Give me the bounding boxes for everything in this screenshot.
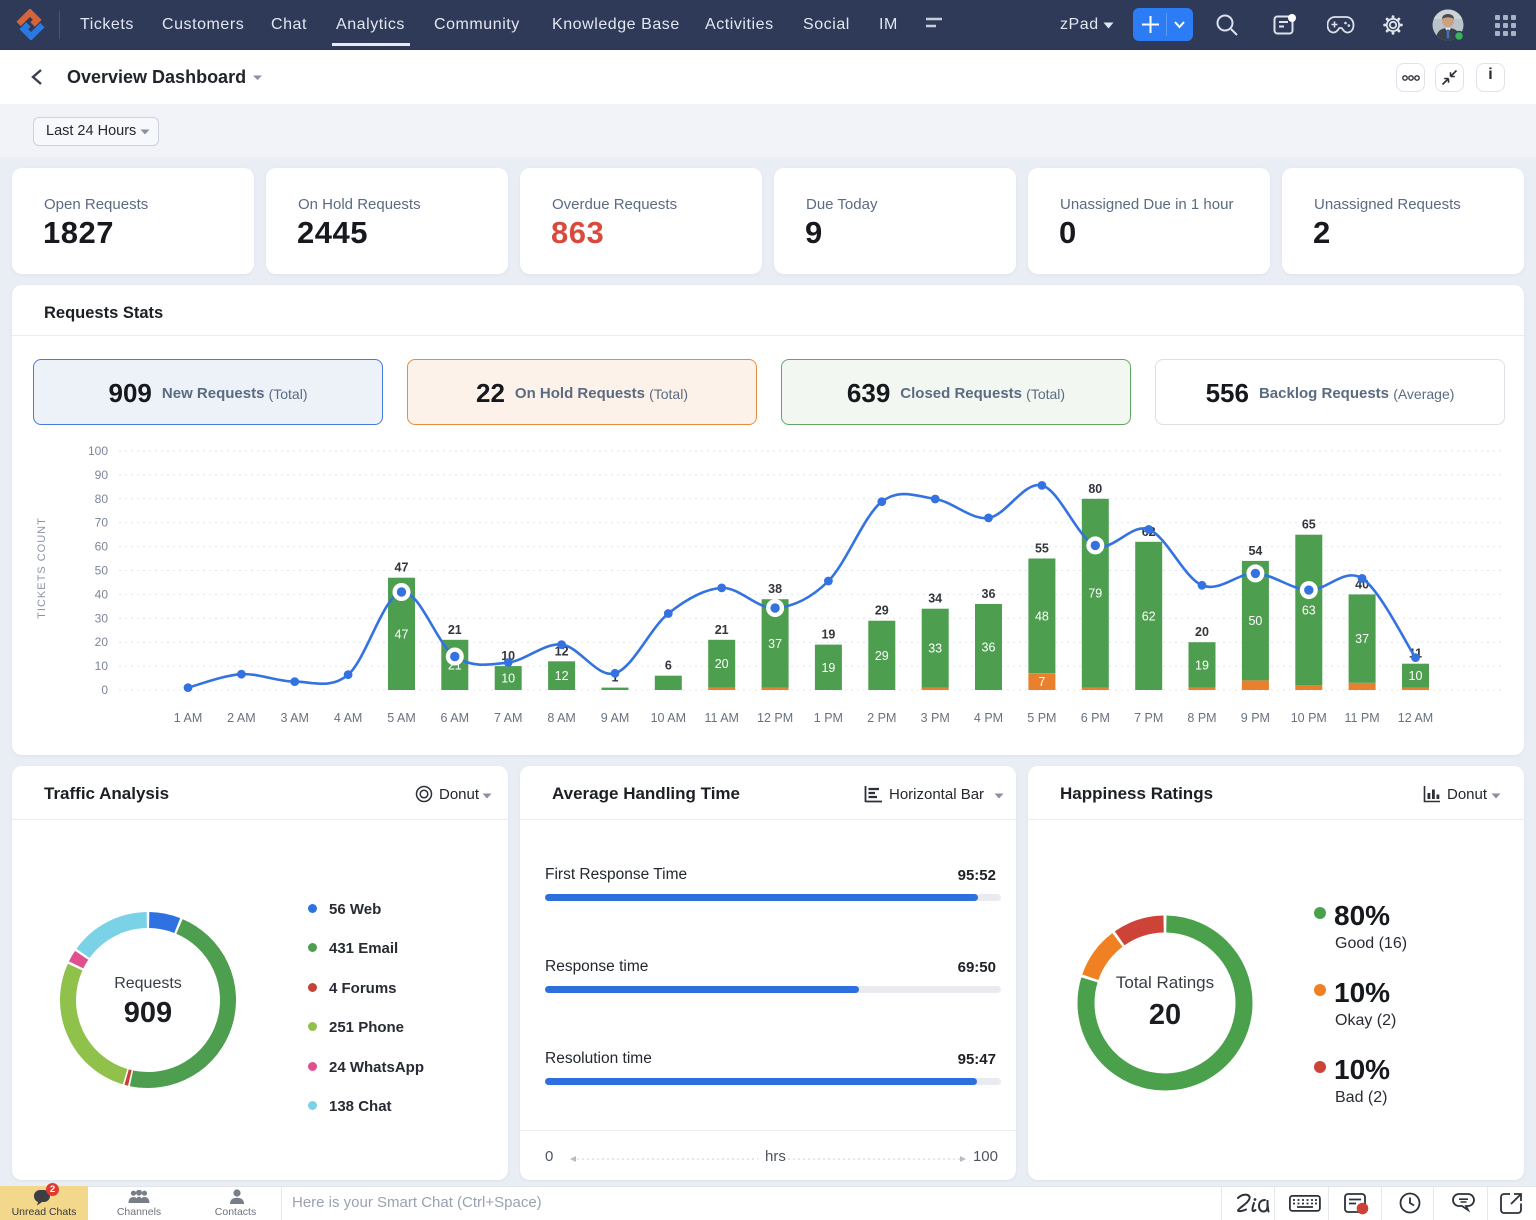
svg-text:54: 54 (1248, 544, 1262, 558)
svg-text:11 AM: 11 AM (704, 711, 739, 725)
svg-text:79: 79 (1088, 587, 1102, 601)
svg-text:19: 19 (821, 661, 835, 675)
svg-text:8 AM: 8 AM (547, 711, 576, 725)
svg-text:1 PM: 1 PM (814, 711, 843, 725)
svg-text:Requests: Requests (114, 975, 182, 992)
svg-text:10: 10 (501, 672, 515, 686)
svg-text:11 PM: 11 PM (1344, 711, 1379, 725)
svg-text:80: 80 (95, 492, 109, 506)
svg-text:6 PM: 6 PM (1081, 711, 1110, 725)
svg-text:12 AM: 12 AM (1398, 711, 1433, 725)
svg-text:4 PM: 4 PM (974, 711, 1003, 725)
svg-text:20: 20 (1195, 625, 1209, 639)
svg-text:Total Ratings: Total Ratings (1116, 973, 1214, 992)
svg-text:37: 37 (1355, 632, 1369, 646)
svg-text:7: 7 (1038, 675, 1045, 689)
svg-text:2 AM: 2 AM (227, 711, 256, 725)
svg-text:29: 29 (875, 604, 889, 618)
svg-text:19: 19 (1195, 658, 1209, 672)
svg-text:10 AM: 10 AM (651, 711, 686, 725)
svg-text:20: 20 (715, 657, 729, 671)
svg-text:TICKETS COUNT: TICKETS COUNT (36, 517, 48, 619)
svg-text:20: 20 (95, 635, 109, 649)
svg-text:34: 34 (928, 592, 942, 606)
svg-text:19: 19 (821, 628, 835, 642)
svg-text:5 PM: 5 PM (1027, 711, 1056, 725)
svg-text:65: 65 (1302, 518, 1316, 532)
svg-text:8 PM: 8 PM (1187, 711, 1216, 725)
svg-text:909: 909 (124, 997, 172, 1029)
svg-text:0: 0 (101, 683, 108, 697)
svg-text:37: 37 (768, 637, 782, 651)
svg-text:12: 12 (555, 669, 569, 683)
svg-text:6: 6 (665, 659, 672, 673)
svg-text:50: 50 (95, 564, 109, 578)
svg-text:21: 21 (715, 623, 729, 637)
svg-text:38: 38 (768, 582, 782, 596)
svg-text:20: 20 (1149, 999, 1181, 1031)
svg-text:36: 36 (982, 587, 996, 601)
svg-text:47: 47 (395, 561, 409, 575)
svg-text:5 AM: 5 AM (387, 711, 416, 725)
svg-text:7 AM: 7 AM (494, 711, 523, 725)
svg-text:9 PM: 9 PM (1241, 711, 1270, 725)
svg-text:80: 80 (1088, 482, 1102, 496)
svg-text:2 PM: 2 PM (867, 711, 896, 725)
svg-text:33: 33 (928, 642, 942, 656)
svg-text:90: 90 (95, 468, 109, 482)
svg-text:30: 30 (95, 611, 109, 625)
svg-text:50: 50 (1248, 614, 1262, 628)
svg-text:9 AM: 9 AM (601, 711, 630, 725)
svg-text:100: 100 (88, 444, 108, 458)
svg-text:55: 55 (1035, 542, 1049, 556)
svg-text:12 PM: 12 PM (757, 711, 793, 725)
svg-text:10: 10 (95, 659, 109, 673)
svg-text:62: 62 (1142, 609, 1156, 623)
svg-text:48: 48 (1035, 609, 1049, 623)
svg-text:70: 70 (95, 516, 109, 530)
svg-text:21: 21 (448, 623, 462, 637)
svg-text:40: 40 (95, 587, 109, 601)
svg-text:47: 47 (395, 627, 409, 641)
svg-text:10: 10 (1409, 669, 1423, 683)
svg-text:6 AM: 6 AM (441, 711, 470, 725)
svg-text:36: 36 (982, 641, 996, 655)
svg-text:29: 29 (875, 649, 889, 663)
svg-text:60: 60 (95, 540, 109, 554)
svg-text:1 AM: 1 AM (174, 711, 203, 725)
svg-text:3 PM: 3 PM (921, 711, 950, 725)
svg-text:63: 63 (1302, 603, 1316, 617)
svg-text:4 AM: 4 AM (334, 711, 363, 725)
svg-text:3 AM: 3 AM (280, 711, 309, 725)
svg-text:7 PM: 7 PM (1134, 711, 1163, 725)
svg-text:10 PM: 10 PM (1291, 711, 1327, 725)
